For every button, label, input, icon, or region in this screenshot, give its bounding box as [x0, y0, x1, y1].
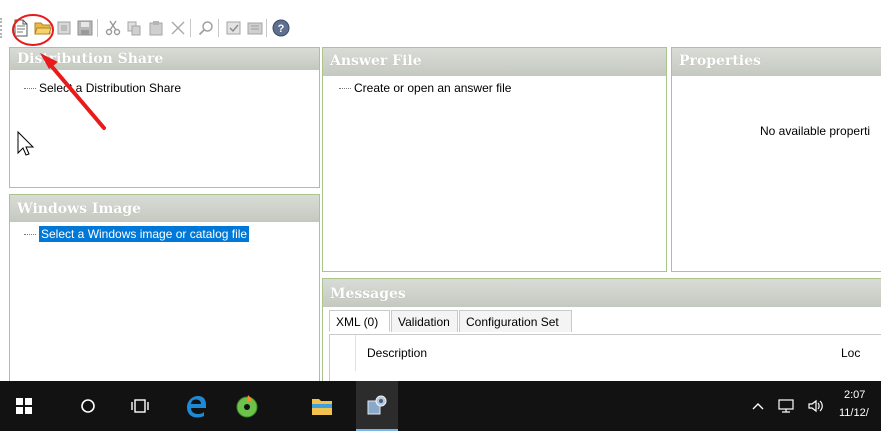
mouse-cursor-icon — [17, 130, 35, 156]
network-icon[interactable] — [774, 381, 798, 431]
volume-icon[interactable] — [804, 381, 828, 431]
annotation-arrow-head — [40, 53, 58, 69]
annotation-circle — [12, 14, 54, 46]
annotation-arrow-shaft — [46, 60, 106, 130]
taskbar: 2:07 11/12/ — [0, 381, 881, 431]
search-circle-icon[interactable] — [70, 381, 106, 431]
annotation-overlay — [12, 14, 106, 156]
chevron-up-icon[interactable] — [748, 381, 768, 431]
disc-burner-icon[interactable] — [227, 381, 267, 431]
taskbar-time[interactable]: 2:07 — [844, 389, 865, 401]
task-view-icon[interactable] — [122, 381, 158, 431]
sim-manager-taskbar-icon[interactable] — [356, 381, 398, 431]
edge-browser-icon[interactable] — [176, 381, 216, 431]
file-explorer-icon[interactable] — [304, 381, 340, 431]
windows-start-icon[interactable] — [6, 381, 42, 431]
taskbar-date[interactable]: 11/12/ — [839, 407, 869, 419]
